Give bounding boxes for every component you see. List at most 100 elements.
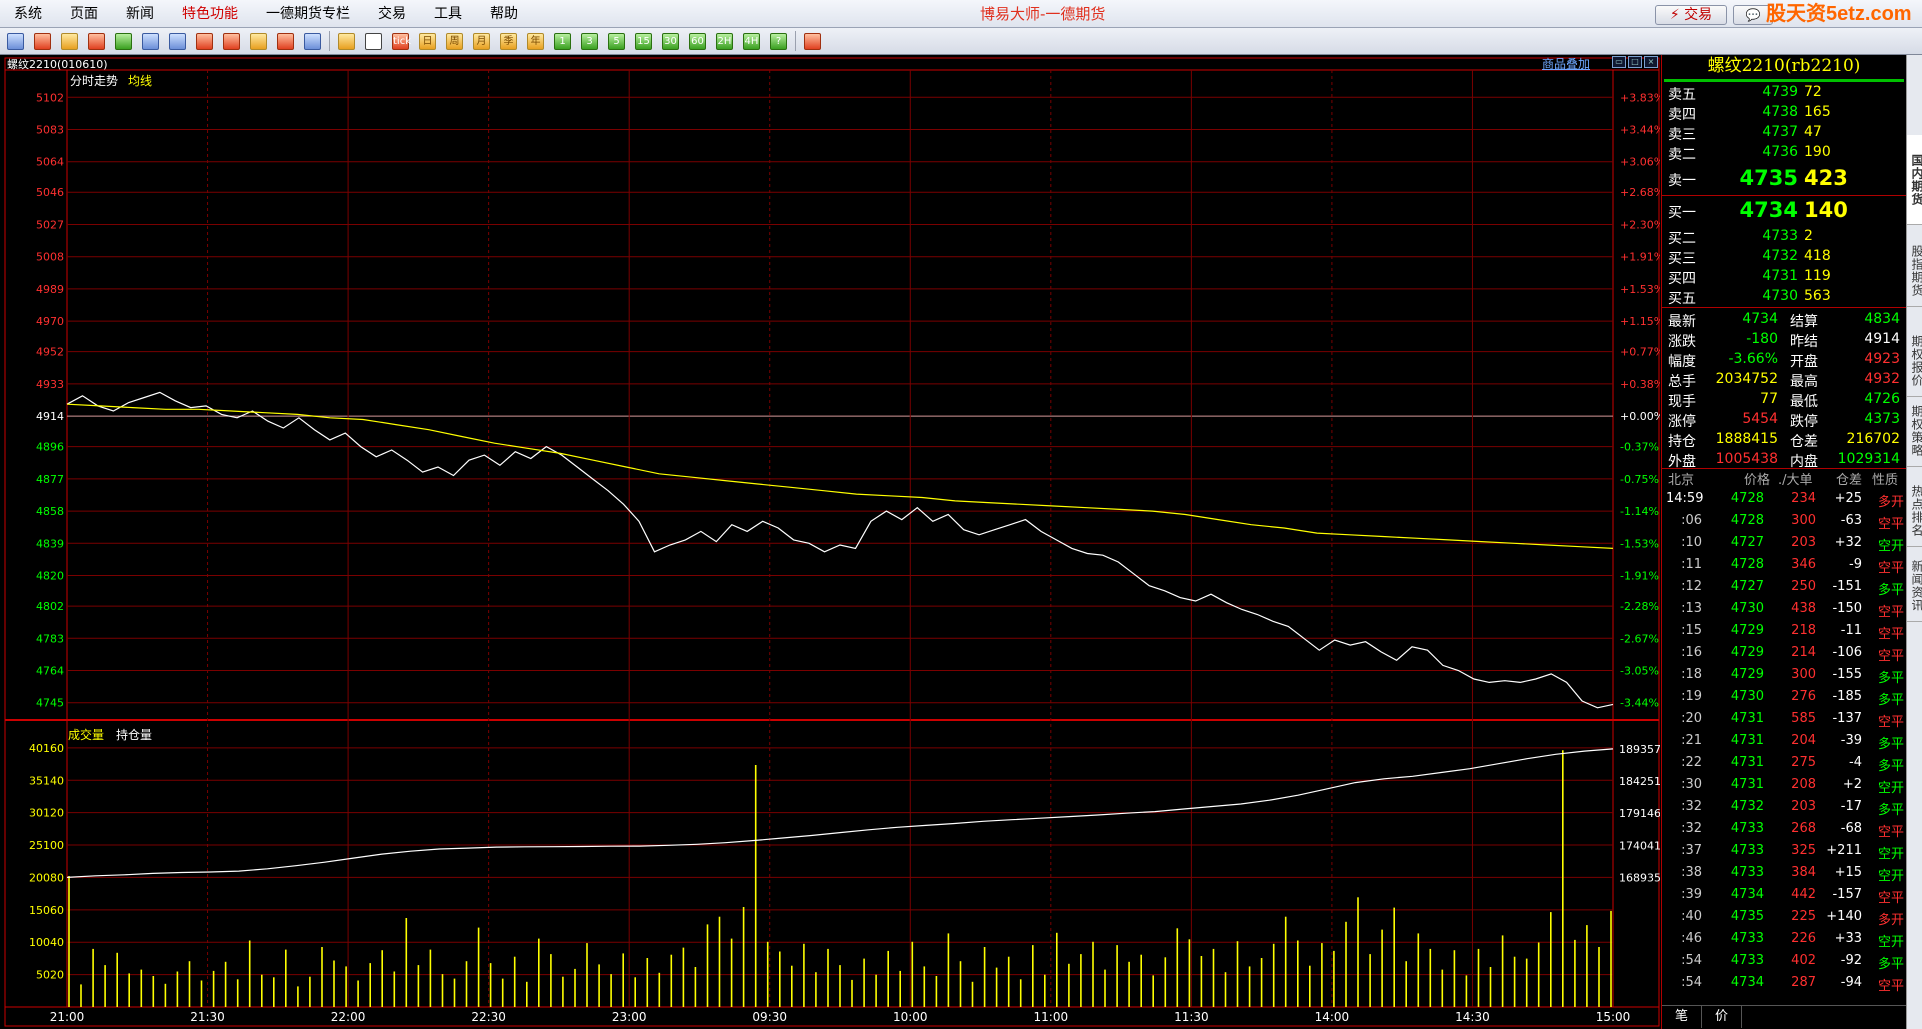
menu-help[interactable]: 帮助 xyxy=(476,0,532,28)
side-tab-1[interactable]: 股指期货 xyxy=(1907,235,1922,307)
min2h-icon[interactable]: 2H xyxy=(716,32,733,50)
tab-intraday[interactable]: 分时走势 xyxy=(70,72,118,89)
tab-volume[interactable]: 成交量 xyxy=(68,726,104,743)
month-icon[interactable]: 月 xyxy=(473,32,490,50)
custom-icon[interactable]: ? xyxy=(770,32,787,50)
quarter-icon[interactable]: 季 xyxy=(500,32,517,50)
ask-level-3[interactable]: 卖三 4737 47 xyxy=(1662,124,1906,144)
menu-tools[interactable]: 工具 xyxy=(420,0,476,28)
commodity-overlay-link[interactable]: 商品叠加 xyxy=(1542,55,1590,72)
book-icon[interactable] xyxy=(61,32,78,50)
week-icon[interactable]: 周 xyxy=(446,32,463,50)
min3-icon[interactable]: 3 xyxy=(581,32,598,50)
tick-row[interactable]: :20 4731 585 -137 空平 xyxy=(1662,711,1906,733)
min1-icon[interactable]: 1 xyxy=(554,32,571,50)
bid-level-2[interactable]: 买二 4733 2 xyxy=(1662,228,1906,248)
bid-level-4[interactable]: 买四 4731 119 xyxy=(1662,268,1906,288)
tick-row[interactable]: :15 4729 218 -11 空平 xyxy=(1662,623,1906,645)
tab-price[interactable]: 价 xyxy=(1702,1006,1742,1028)
calc-icon[interactable] xyxy=(804,32,821,50)
tick-row[interactable]: :32 4732 203 -17 多平 xyxy=(1662,799,1906,821)
tick-oi-change: -4 xyxy=(1849,755,1862,770)
tick-row[interactable]: :40 4735 225 +140 多开 xyxy=(1662,909,1906,931)
min4h-icon[interactable]: 4H xyxy=(743,32,760,50)
tick-row[interactable]: :54 4733 402 -92 多平 xyxy=(1662,953,1906,975)
side-tab-4[interactable]: 热点排名 xyxy=(1907,475,1922,547)
tick-row[interactable]: :18 4729 300 -155 多平 xyxy=(1662,667,1906,689)
tab-ticks[interactable]: 笔 xyxy=(1662,1006,1702,1028)
ask-level-1[interactable]: 卖一 4735 423 xyxy=(1662,166,1906,192)
day-icon[interactable]: 日 xyxy=(419,32,436,50)
tick-row[interactable]: :32 4733 268 -68 空平 xyxy=(1662,821,1906,843)
tab-open-interest[interactable]: 持仓量 xyxy=(116,726,152,743)
tick-header-price: 价格 xyxy=(1744,473,1771,488)
intraday-chart[interactable]: 5102 +3.83% 5083 +3.44% 5064 +3.06% 5046 +2.68%… xyxy=(0,55,1660,1029)
menu-system[interactable]: 系统 xyxy=(0,0,56,28)
quote-level-price: 4739 xyxy=(1762,84,1798,100)
stat-value: 4726 xyxy=(1864,391,1900,407)
chart-panel[interactable]: 5102 +3.83% 5083 +3.44% 5064 +3.06% 5046 +2.68%… xyxy=(0,55,1660,1029)
menu-yide-column[interactable]: 一德期货专栏 xyxy=(252,0,364,28)
stat-value: 1029314 xyxy=(1837,451,1900,467)
min5-icon[interactable]: 5 xyxy=(608,32,625,50)
oi-tick-label: 1791465 xyxy=(1619,807,1660,820)
tick-row[interactable]: :13 4730 438 -150 空平 xyxy=(1662,601,1906,623)
filter-icon[interactable] xyxy=(277,32,294,50)
tick-volume: 218 xyxy=(1791,623,1816,638)
tick-row[interactable]: :22 4731 275 -4 多平 xyxy=(1662,755,1906,777)
menu-icon[interactable] xyxy=(7,32,24,50)
tab-average-line[interactable]: 均线 xyxy=(128,72,152,89)
indicator-icon[interactable] xyxy=(304,32,321,50)
tick-row[interactable]: :39 4734 442 -157 空平 xyxy=(1662,887,1906,909)
tick-row[interactable]: :06 4728 300 -63 空平 xyxy=(1662,513,1906,535)
side-tab-0[interactable]: 国内期货 xyxy=(1907,135,1922,225)
min30-icon[interactable]: 30 xyxy=(662,32,679,50)
menu-features[interactable]: 特色功能 xyxy=(168,0,252,28)
zoom-in-icon[interactable] xyxy=(142,32,159,50)
stat-label: 涨跌 xyxy=(1668,334,1696,350)
year-icon[interactable]: 年 xyxy=(527,32,544,50)
tick-row[interactable]: :12 4727 250 -151 多平 xyxy=(1662,579,1906,601)
bid-level-3[interactable]: 买三 4732 418 xyxy=(1662,248,1906,268)
tick-row[interactable]: :21 4731 204 -39 多平 xyxy=(1662,733,1906,755)
tick-row[interactable]: :10 4727 203 +32 空开 xyxy=(1662,535,1906,557)
news-icon[interactable] xyxy=(88,32,105,50)
home-icon[interactable] xyxy=(34,32,51,50)
side-tab-5[interactable]: 新闻资讯 xyxy=(1907,550,1922,622)
side-tab-2[interactable]: 期权报价 xyxy=(1907,325,1922,397)
menu-page[interactable]: 页面 xyxy=(56,0,112,28)
price-tick-label: 4952 xyxy=(36,346,64,359)
tick-row[interactable]: :11 4728 346 -9 空平 xyxy=(1662,557,1906,579)
tick-row[interactable]: :30 4731 208 +2 空开 xyxy=(1662,777,1906,799)
ask-level-5[interactable]: 卖五 4739 72 xyxy=(1662,84,1906,104)
tick-row[interactable]: :37 4733 325 +211 空开 xyxy=(1662,843,1906,865)
panel-max-icon[interactable]: □ xyxy=(1628,56,1642,68)
list-icon[interactable] xyxy=(338,32,355,50)
draw-icon[interactable] xyxy=(223,32,240,50)
menu-news[interactable]: 新闻 xyxy=(112,0,168,28)
side-tab-3[interactable]: 期权策略 xyxy=(1907,395,1922,467)
tick-row[interactable]: :54 4734 287 -94 空平 xyxy=(1662,975,1906,997)
tick-row[interactable]: :16 4729 214 -106 空平 xyxy=(1662,645,1906,667)
ask-level-2[interactable]: 卖二 4736 190 xyxy=(1662,144,1906,164)
tick-icon[interactable]: tick xyxy=(392,32,411,50)
panel-restore-icon[interactable]: ▭ xyxy=(1612,56,1626,68)
bid-level-5[interactable]: 买五 4730 563 xyxy=(1662,288,1906,308)
tick-row[interactable]: :46 4733 226 +33 空开 xyxy=(1662,931,1906,953)
tick-row[interactable]: :19 4730 276 -185 多平 xyxy=(1662,689,1906,711)
min15-icon[interactable]: 15 xyxy=(635,32,652,50)
panel-close-icon[interactable]: × xyxy=(1644,56,1658,68)
min60-icon[interactable]: 60 xyxy=(689,32,706,50)
tick-row[interactable]: :38 4733 384 +15 空开 xyxy=(1662,865,1906,887)
window-icon[interactable] xyxy=(196,32,213,50)
trade-button[interactable]: ⚡ 交易 xyxy=(1655,5,1727,25)
tick-row[interactable]: 14:59 4728 234 +25 多开 xyxy=(1662,491,1906,513)
stat-label: 昨结 xyxy=(1790,334,1818,350)
paint-icon[interactable] xyxy=(250,32,267,50)
bid-level-1[interactable]: 买一 4734 140 xyxy=(1662,198,1906,224)
intraday-icon[interactable] xyxy=(365,32,382,50)
ask-level-4[interactable]: 卖四 4738 165 xyxy=(1662,104,1906,124)
refresh-icon[interactable] xyxy=(115,32,132,50)
zoom-out-icon[interactable] xyxy=(169,32,186,50)
menu-trade[interactable]: 交易 xyxy=(364,0,420,28)
